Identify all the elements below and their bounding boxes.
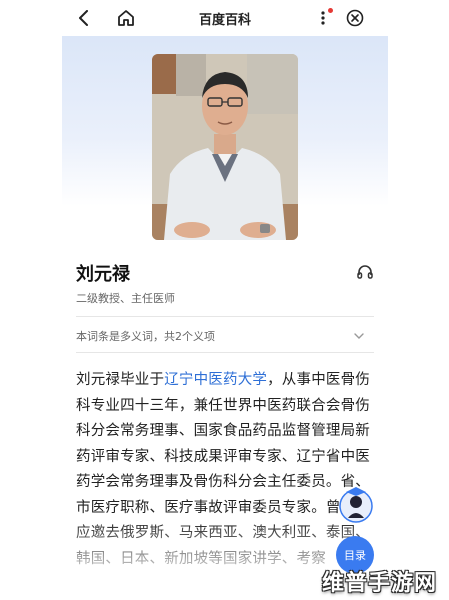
watermark-logo: 维普手游网 xyxy=(322,571,438,596)
summary-text: 刘元禄毕业于 xyxy=(76,372,165,388)
more-vertical-icon[interactable] xyxy=(313,8,333,28)
university-link[interactable]: 辽宁中医药大学 xyxy=(164,372,267,388)
page-title: 百度百科 xyxy=(198,13,251,28)
polysemy-note[interactable]: 本词条是多义词，共2个义项 xyxy=(76,328,215,344)
chevron-down-icon[interactable] xyxy=(352,328,366,342)
top-nav-bar: 百度百科 xyxy=(62,0,388,36)
divider xyxy=(76,352,374,353)
notification-dot xyxy=(328,8,333,13)
assistant-avatar-icon[interactable] xyxy=(338,484,374,524)
baike-page: 百度百科 刘元禄 二级教授、主任医师 本词条是多义词，共2个义项 刘元禄毕业于辽… xyxy=(62,0,388,600)
entry-subtitle: 二级教授、主任医师 xyxy=(76,292,175,305)
close-circle-icon[interactable] xyxy=(345,8,365,28)
entry-name: 刘元禄 xyxy=(76,264,130,285)
headphones-icon[interactable] xyxy=(355,262,375,282)
divider xyxy=(76,316,374,317)
portrait-photo[interactable] xyxy=(152,54,298,240)
